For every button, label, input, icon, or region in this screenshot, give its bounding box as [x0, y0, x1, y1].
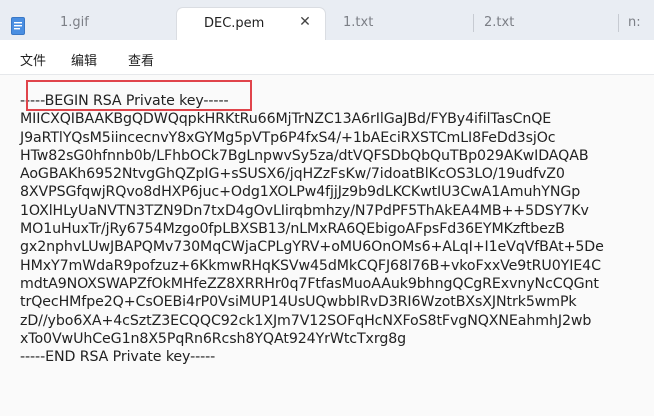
menu-view[interactable]: 查看: [128, 50, 154, 69]
menu-edit[interactable]: 编辑: [71, 50, 97, 69]
text-line: trQecHMfpe2Q+CsOEBi4rP0VsiMUP14UsUQwbbIR…: [20, 294, 577, 311]
menu-file[interactable]: 文件: [20, 50, 46, 69]
text-line: AoGBAKh6952NtvgGhQZpIG+sSUSX6/jqHZzFsKw/…: [20, 166, 565, 183]
tab-label: n:: [628, 15, 641, 30]
tab-dec-pem[interactable]: DEC.pem ✕: [176, 7, 326, 40]
text-line: MIICXQIBAAKBgQDWQqpkHRKtRu66MjTrNZC13A6r…: [20, 111, 552, 128]
tab-bar: 1.gif DEC.pem ✕ 1.txt 2.txt n:: [0, 0, 654, 40]
text-line: J9aRTlYQsM5iincecnvY8xGYMg5pVTp6P4fxS4/+…: [20, 129, 556, 146]
text-line: 1OXlHLyUaNVTN3TZN9Dn7txD4gOvLIirqbmhzy/N…: [20, 202, 589, 219]
text-line: 8XVPSGfqwjRQvo8dHXP6juc+Odg1XOLPw4fjjJz9…: [20, 184, 581, 201]
text-editor[interactable]: -----BEGIN RSA Private key----- MIICXQIB…: [0, 75, 654, 416]
text-line: xTo0VwUhCeG1n8X5PqRn6Rcsh8YQAt924YrWtcTx…: [20, 330, 407, 347]
text-line: zD//ybo6XA+4cSztZ3ECQQC92ck1XJm7V12SOFqH…: [20, 312, 592, 329]
text-line: MO1uHuxTr/jRy6754Mzgo0fpLBXSB13/nLMxRA6Q…: [20, 221, 565, 238]
tab-label: 2.txt: [484, 15, 515, 30]
tab-1-gif[interactable]: 1.gif: [0, 7, 166, 40]
text-line: HMxY7mWdaR9pofzuz+6KkmwRHqKSVw45dMkCQFJ6…: [20, 257, 601, 274]
tab-label: 1.gif: [60, 15, 89, 30]
close-icon[interactable]: ✕: [298, 14, 312, 30]
file-icon: [11, 17, 25, 35]
menu-bar: 文件 编辑 查看: [0, 40, 654, 75]
tab-n[interactable]: n:: [619, 7, 654, 40]
text-line: mdtA9NOXSWAPZfOkMHfeZZ8XRRHr0q7FtfasMuoA…: [20, 275, 599, 292]
editor-content: -----BEGIN RSA Private key----- MIICXQIB…: [20, 92, 604, 366]
tab-2-txt[interactable]: 2.txt: [474, 7, 614, 40]
text-line: gx2nphvLUwJBAPQMv730MqCWjaCPLgYRV+oMU6On…: [20, 239, 604, 256]
tab-1-txt[interactable]: 1.txt: [334, 7, 472, 40]
text-line: HTw82sG0hfnnb0b/LFhbOCk7BgLnpwvSy5za/dtV…: [20, 147, 589, 164]
highlight-annotation: [26, 80, 252, 111]
tab-label: DEC.pem: [204, 16, 265, 31]
tab-label: 1.txt: [343, 15, 374, 30]
text-line: -----END RSA Private key-----: [20, 349, 216, 366]
